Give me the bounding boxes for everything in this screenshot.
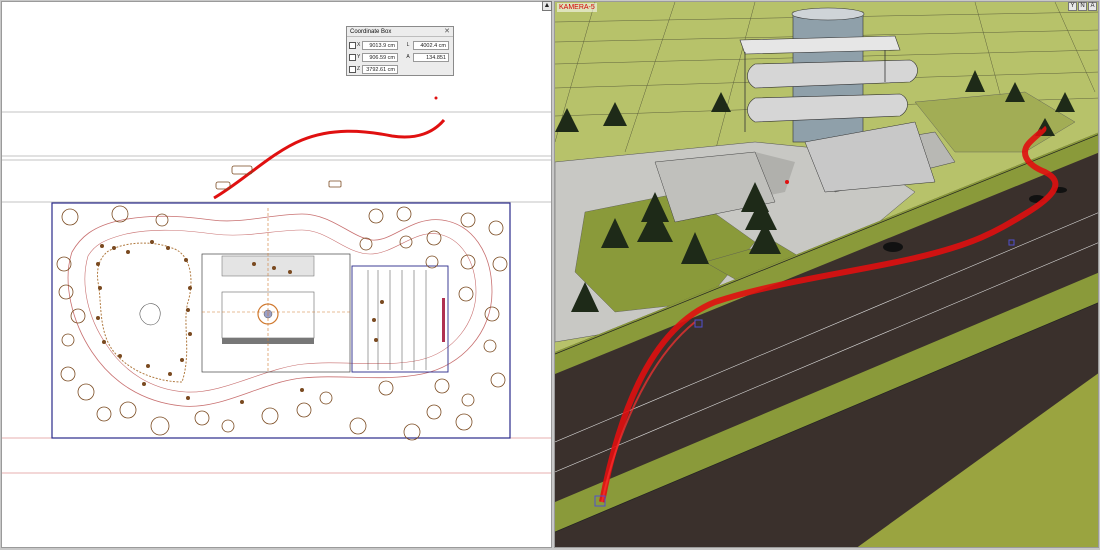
camera-name-label[interactable]: KAMERA-5 <box>557 3 597 12</box>
a-value-field[interactable]: 134.851 <box>413 52 449 62</box>
car-symbol <box>328 180 342 188</box>
maximize-viewport-button[interactable]: ▲ <box>542 1 552 11</box>
camera-render <box>555 2 1098 547</box>
y-value-field[interactable]: 906.59 cm <box>362 52 398 62</box>
z-value-field[interactable]: 3792.61 cm <box>362 64 398 74</box>
plan-viewport[interactable]: Coordinate Box ✕ X 9013.9 cm Y 906.59 cm… <box>1 1 552 548</box>
tree-symbols <box>56 205 508 441</box>
cad-application: Coordinate Box ✕ X 9013.9 cm Y 906.59 cm… <box>0 0 1100 550</box>
x-lock-checkbox[interactable] <box>349 41 356 49</box>
coordinate-box-titlebar[interactable]: Coordinate Box ✕ <box>347 27 453 37</box>
l-value-field[interactable]: 4002.4 cm <box>413 40 449 50</box>
coord-row-y: Y 906.59 cm <box>349 52 398 62</box>
camera-viewport[interactable]: KAMERA-5 Y N A <box>554 1 1099 548</box>
coordinate-box-dialog[interactable]: Coordinate Box ✕ X 9013.9 cm Y 906.59 cm… <box>346 26 454 76</box>
x-value-field[interactable]: 9013.9 cm <box>362 40 398 50</box>
coord-row-z: Z 3792.61 cm <box>349 64 398 74</box>
viewport-tool-button[interactable]: A <box>1088 2 1097 11</box>
coord-row-a: A 134.851 <box>403 52 449 62</box>
viewport-tool-button[interactable]: N <box>1078 2 1087 11</box>
l-label: L <box>406 42 410 48</box>
z-lock-checkbox[interactable] <box>349 65 356 73</box>
coordinate-box-title: Coordinate Box <box>350 28 392 35</box>
coord-row-x: X 9013.9 cm <box>349 40 398 50</box>
plan-drawing <box>2 96 551 474</box>
close-icon[interactable]: ✕ <box>444 28 450 35</box>
coord-row-l: L 4002.4 cm <box>403 40 449 50</box>
viewport-tool-button[interactable]: Y <box>1068 2 1077 11</box>
camera-toolbar: Y N A <box>1068 2 1097 11</box>
y-lock-checkbox[interactable] <box>349 53 356 61</box>
a-label: A <box>406 54 410 60</box>
